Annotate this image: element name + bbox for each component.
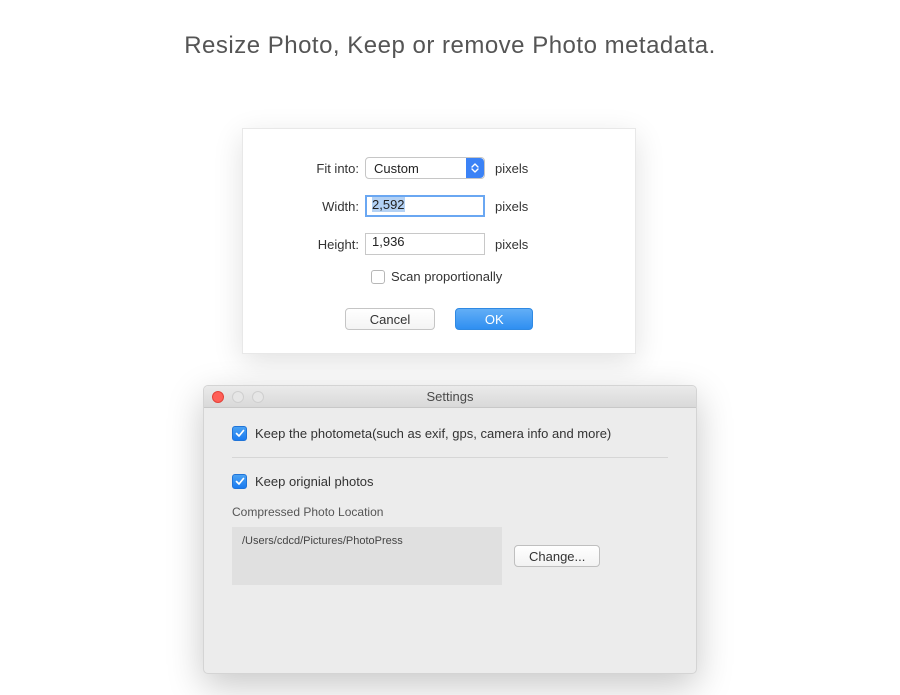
- width-row: Width: 2,592 pixels: [273, 193, 605, 219]
- scan-proportionally-checkbox[interactable]: [371, 270, 385, 284]
- fit-into-value: Custom: [374, 161, 419, 176]
- keep-photometa-label: Keep the photometa(such as exif, gps, ca…: [255, 426, 611, 441]
- width-input[interactable]: 2,592: [365, 195, 485, 217]
- height-label: Height:: [273, 237, 365, 252]
- change-button[interactable]: Change...: [514, 545, 600, 567]
- ok-button[interactable]: OK: [455, 308, 533, 330]
- keep-original-row: Keep orignial photos: [232, 474, 668, 489]
- window-title: Settings: [204, 389, 696, 404]
- height-unit: pixels: [495, 237, 528, 252]
- width-unit: pixels: [495, 199, 528, 214]
- settings-body: Keep the photometa(such as exif, gps, ca…: [204, 408, 696, 605]
- fit-into-label: Fit into:: [273, 161, 365, 176]
- page-title: Resize Photo, Keep or remove Photo metad…: [0, 0, 900, 60]
- location-area: /Users/cdcd/Pictures/PhotoPress Change..…: [232, 527, 668, 585]
- dialog-buttons: Cancel OK: [273, 308, 605, 330]
- maximize-icon[interactable]: [252, 391, 264, 403]
- keep-original-checkbox[interactable]: [232, 474, 247, 489]
- width-label: Width:: [273, 199, 365, 214]
- divider: [232, 457, 668, 458]
- keep-original-label: Keep orignial photos: [255, 474, 374, 489]
- close-icon[interactable]: [212, 391, 224, 403]
- titlebar[interactable]: Settings: [204, 386, 696, 408]
- location-path: /Users/cdcd/Pictures/PhotoPress: [232, 527, 502, 585]
- fit-into-unit: pixels: [495, 161, 528, 176]
- cancel-button[interactable]: Cancel: [345, 308, 435, 330]
- minimize-icon[interactable]: [232, 391, 244, 403]
- scan-proportionally-label: Scan proportionally: [391, 269, 502, 284]
- fit-into-select[interactable]: Custom: [365, 157, 485, 179]
- height-row: Height: 1,936 pixels: [273, 231, 605, 257]
- location-label: Compressed Photo Location: [232, 505, 668, 519]
- resize-dialog: Fit into: Custom pixels Width: 2,592 pix…: [242, 128, 636, 354]
- settings-window: Settings Keep the photometa(such as exif…: [203, 385, 697, 674]
- height-input[interactable]: 1,936: [365, 233, 485, 255]
- fit-into-row: Fit into: Custom pixels: [273, 155, 605, 181]
- width-value: 2,592: [372, 197, 405, 212]
- keep-photometa-checkbox[interactable]: [232, 426, 247, 441]
- scan-proportionally-row: Scan proportionally: [371, 269, 605, 284]
- chevron-updown-icon: [466, 158, 484, 178]
- keep-photometa-row: Keep the photometa(such as exif, gps, ca…: [232, 426, 668, 441]
- traffic-lights: [212, 391, 264, 403]
